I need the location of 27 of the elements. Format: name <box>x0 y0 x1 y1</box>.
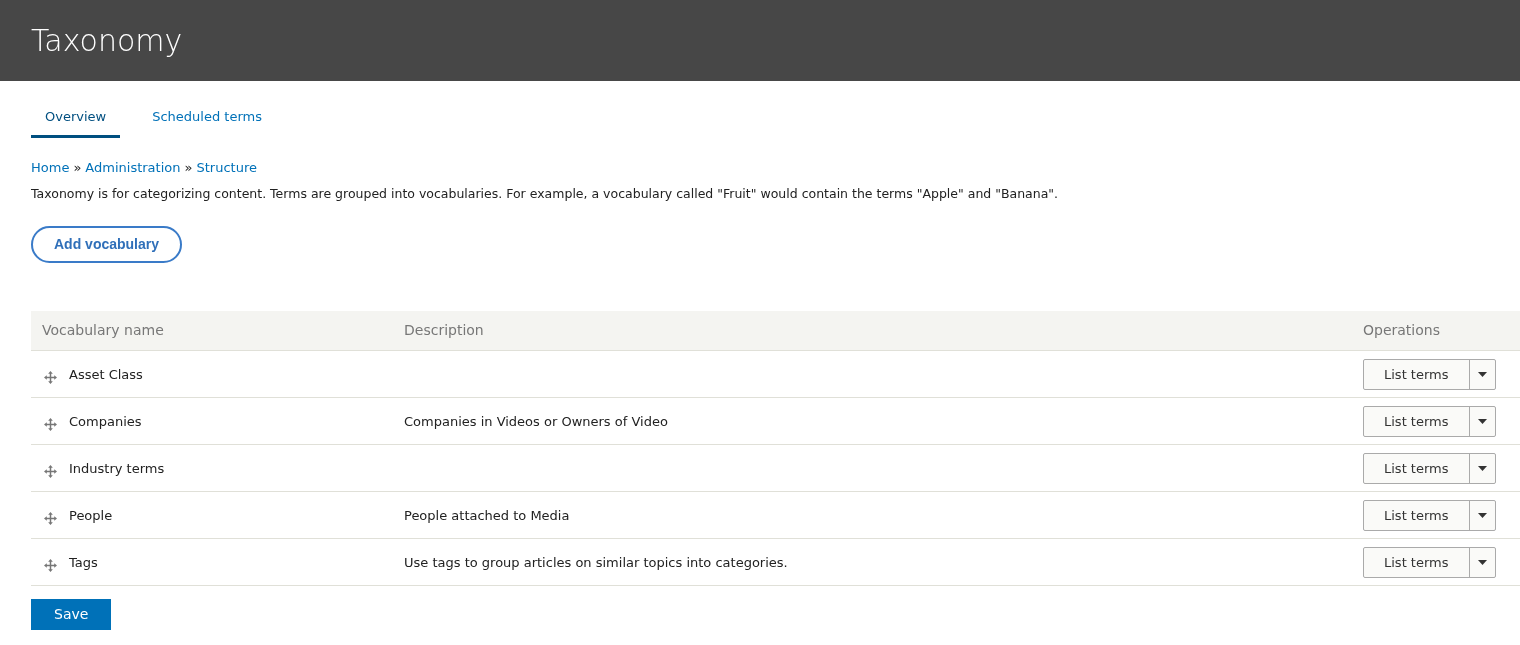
caret-icon <box>1477 512 1487 518</box>
page-title: Taxonomy <box>31 22 183 59</box>
vocabulary-name: Industry terms <box>69 460 165 476</box>
vocabulary-name: People <box>69 507 113 523</box>
column-header: Description <box>393 310 1352 351</box>
tab[interactable]: Overview <box>31 101 121 138</box>
caret-icon <box>1477 418 1487 424</box>
caret-icon <box>1477 559 1487 565</box>
caret-icon <box>1477 465 1487 471</box>
tab[interactable]: Scheduled terms <box>138 101 276 138</box>
column-header: Vocabulary name <box>31 310 393 351</box>
description-text: Taxonomy is for categorizing content. Terms are grouped into vocabularies. For example, a vocabulary called "Fruit" would contain the terms "Apple" and "Banana". <box>31 185 1060 203</box>
vocabulary-name: Tags <box>69 554 98 570</box>
vocabulary-description: Companies in Videos or Owners of Video <box>404 413 668 429</box>
save-button[interactable]: Save <box>31 599 112 631</box>
breadcrumb-link[interactable]: Structure <box>196 157 257 177</box>
breadcrumb-separator: » <box>73 158 82 177</box>
vocabulary-name: Asset Class <box>69 366 143 382</box>
vocabulary-name: Companies <box>69 413 142 429</box>
add-vocabulary-button[interactable]: Add vocabulary <box>31 225 183 263</box>
caret-icon <box>1477 371 1487 377</box>
breadcrumb-link[interactable]: Administration <box>85 157 181 177</box>
vocabulary-description: People attached to Media <box>404 507 570 523</box>
vocabulary-description: Use tags to group articles on similar topics into categories. <box>404 554 788 570</box>
column-header: Operations <box>1352 310 1520 351</box>
breadcrumb-link[interactable]: Home <box>31 157 70 177</box>
breadcrumb-separator: » <box>184 158 193 177</box>
